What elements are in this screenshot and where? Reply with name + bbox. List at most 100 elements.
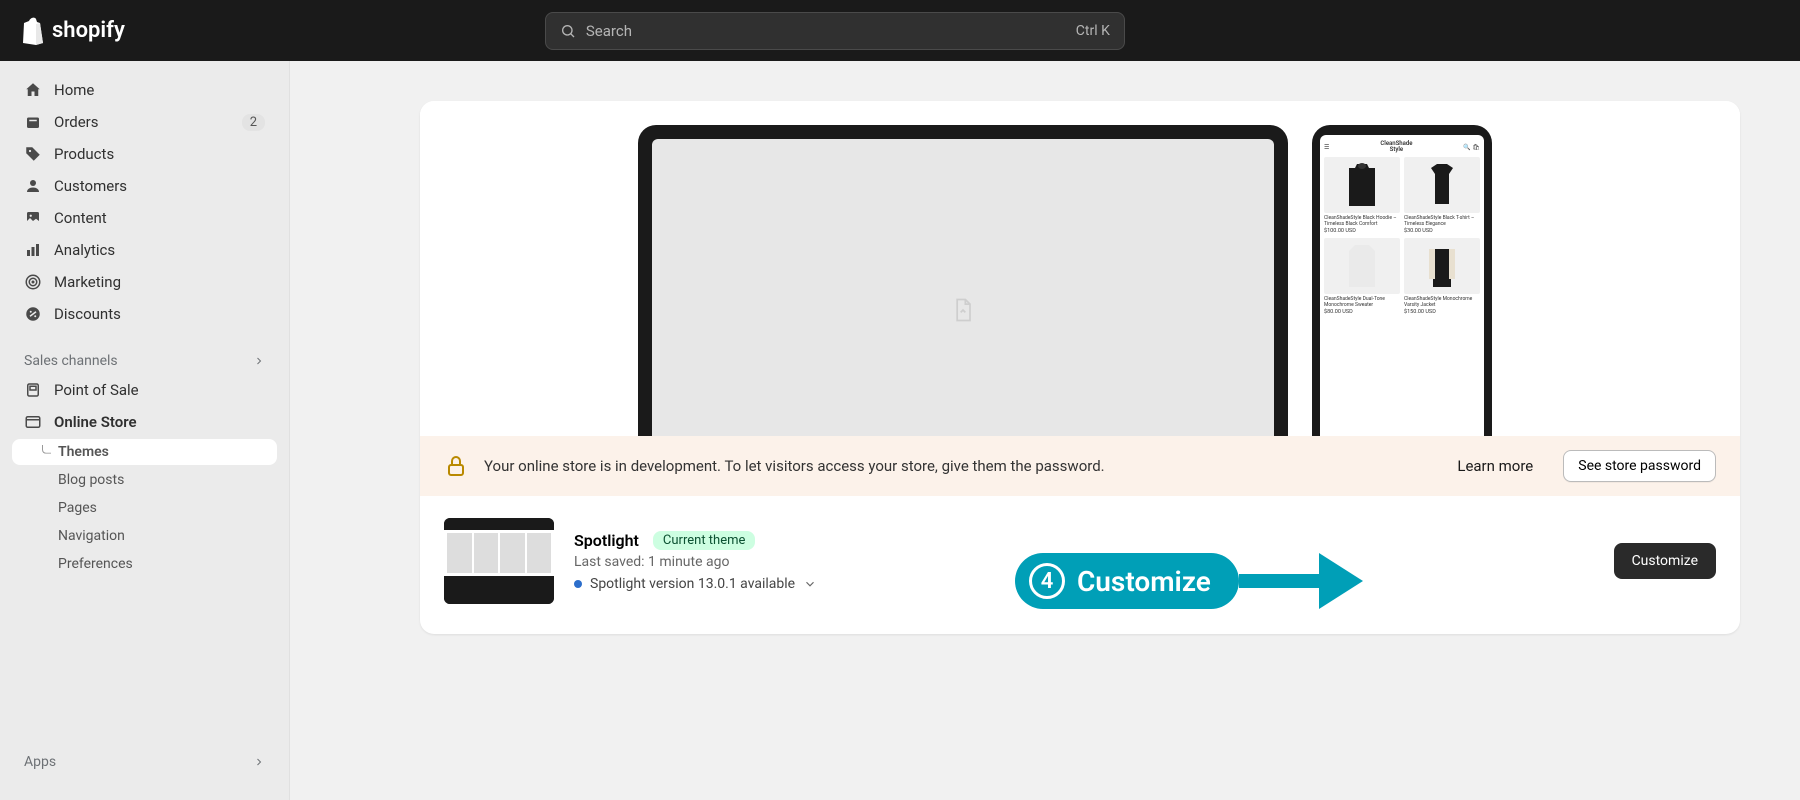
annotation-arrow-stem [1239,574,1319,588]
nav-analytics[interactable]: Analytics [12,235,277,265]
sub-navigation[interactable]: Navigation [12,523,277,549]
annotation-callout: 4 Customize [1015,553,1363,609]
orders-icon [24,113,42,131]
search-placeholder: Search [586,22,1076,40]
sub-themes[interactable]: Themes [12,439,277,465]
apps-label[interactable]: Apps [12,748,277,776]
theme-badge: Current theme [653,531,755,550]
hamburger-icon: ☰ [1324,144,1329,151]
channel-pos[interactable]: Point of Sale [12,375,277,405]
chevron-down-icon [803,577,817,591]
nav-discounts-label: Discounts [54,305,121,323]
chevron-right-icon [253,756,265,768]
annotation-label: Customize [1077,565,1211,598]
annotation-number: 4 [1029,563,1065,599]
mobile-product-image [1404,238,1480,294]
mobile-product-grid: CleanShadeStyle Black Hoodie – Timeless … [1324,157,1480,315]
sidebar: Home Orders 2 Products Customers Content… [0,61,290,800]
lock-icon [444,454,468,478]
theme-name: Spotlight [574,531,639,550]
annotation-pill: 4 Customize [1015,553,1239,609]
mobile-product-name: CleanShadeStyle Black Hoodie – Timeless … [1324,215,1400,227]
nav-marketing-label: Marketing [54,273,121,291]
mobile-icons: 🔍 🛍 [1463,144,1480,151]
sub-preferences[interactable]: Preferences [12,551,277,577]
home-icon [24,81,42,99]
analytics-icon [24,241,42,259]
learn-more-link[interactable]: Learn more [1457,457,1533,475]
annotation-arrow-head-icon [1319,553,1363,609]
products-icon [24,145,42,163]
search-input[interactable]: Search Ctrl K [545,12,1125,50]
nav-home[interactable]: Home [12,75,277,105]
marketing-icon [24,273,42,291]
shopify-icon [20,17,46,45]
logo[interactable]: shopify [20,17,125,45]
sub-themes-label: Themes [58,444,109,460]
desktop-preview-screen [652,139,1274,436]
nav-content-label: Content [54,209,107,227]
nav-products[interactable]: Products [12,139,277,169]
sub-preferences-label: Preferences [58,556,133,572]
nav-orders[interactable]: Orders 2 [12,107,277,137]
online-store-icon [24,413,42,431]
sub-pages[interactable]: Pages [12,495,277,521]
logo-text: shopify [52,18,125,43]
mobile-product-name: CleanShadeStyle Black T-shirt – Timeless… [1404,215,1480,227]
mobile-product-name: CleanShadeStyle Monochrome Varsity Jacke… [1404,296,1480,308]
broken-image-icon [949,296,977,324]
mobile-product: CleanShadeStyle Black Hoodie – Timeless … [1324,157,1400,234]
main-content: ☰ CleanShade Style 🔍 🛍 CleanShadeStyle B… [290,61,1800,800]
customers-icon [24,177,42,195]
channel-pos-label: Point of Sale [54,381,139,399]
mobile-store-title: CleanShade Style [1380,141,1412,153]
sub-blog-posts-label: Blog posts [58,472,124,488]
nav-customers-label: Customers [54,177,127,195]
content-icon [24,209,42,227]
sales-channels-label[interactable]: Sales channels [12,347,277,375]
nav-customers[interactable]: Customers [12,171,277,201]
theme-thumbnail [444,518,554,604]
nav-discounts[interactable]: Discounts [12,299,277,329]
mobile-product: CleanShadeStyle Black T-shirt – Timeless… [1404,157,1480,234]
mobile-product: CleanShadeStyle Monochrome Varsity Jacke… [1404,238,1480,315]
orders-badge: 2 [242,114,265,131]
mobile-header: ☰ CleanShade Style 🔍 🛍 [1324,141,1480,153]
mobile-product: CleanShadeStyle Dual-Tone Monochrome Swe… [1324,238,1400,315]
desktop-preview-frame [638,125,1288,436]
mobile-product-price: $100.00 USD [1324,228,1400,234]
nav-marketing[interactable]: Marketing [12,267,277,297]
see-password-button[interactable]: See store password [1563,450,1716,482]
password-banner: Your online store is in development. To … [420,436,1740,496]
topbar: shopify Search Ctrl K [0,0,1800,61]
nav-analytics-label: Analytics [54,241,115,259]
preview-area: ☰ CleanShade Style 🔍 🛍 CleanShadeStyle B… [420,101,1740,436]
nav-products-label: Products [54,145,114,163]
pos-icon [24,381,42,399]
channel-online-store-label: Online Store [54,413,137,431]
version-dot-icon [574,580,582,588]
mobile-preview-frame: ☰ CleanShade Style 🔍 🛍 CleanShadeStyle B… [1312,125,1492,436]
banner-text: Your online store is in development. To … [484,457,1441,475]
nav-content[interactable]: Content [12,203,277,233]
mobile-product-price: $30.00 USD [1404,228,1480,234]
channel-online-store[interactable]: Online Store [12,407,277,437]
customize-button[interactable]: Customize [1614,543,1716,579]
mobile-product-image [1404,157,1480,213]
sub-navigation-label: Navigation [58,528,125,544]
sub-pages-label: Pages [58,500,97,516]
mobile-product-name: CleanShadeStyle Dual-Tone Monochrome Swe… [1324,296,1400,308]
discounts-icon [24,305,42,323]
sales-channels-text: Sales channels [24,353,118,369]
mobile-product-price: $150.00 USD [1404,309,1480,315]
apps-text: Apps [24,754,56,770]
search-shortcut: Ctrl K [1076,23,1110,39]
chevron-right-icon [253,355,265,367]
nav-orders-label: Orders [54,113,99,131]
nav-home-label: Home [54,81,94,99]
mobile-preview-screen: ☰ CleanShade Style 🔍 🛍 CleanShadeStyle B… [1320,135,1484,436]
sub-blog-posts[interactable]: Blog posts [12,467,277,493]
theme-version-text: Spotlight version 13.0.1 available [590,576,795,592]
mobile-product-image [1324,238,1400,294]
search-icon [560,23,576,39]
